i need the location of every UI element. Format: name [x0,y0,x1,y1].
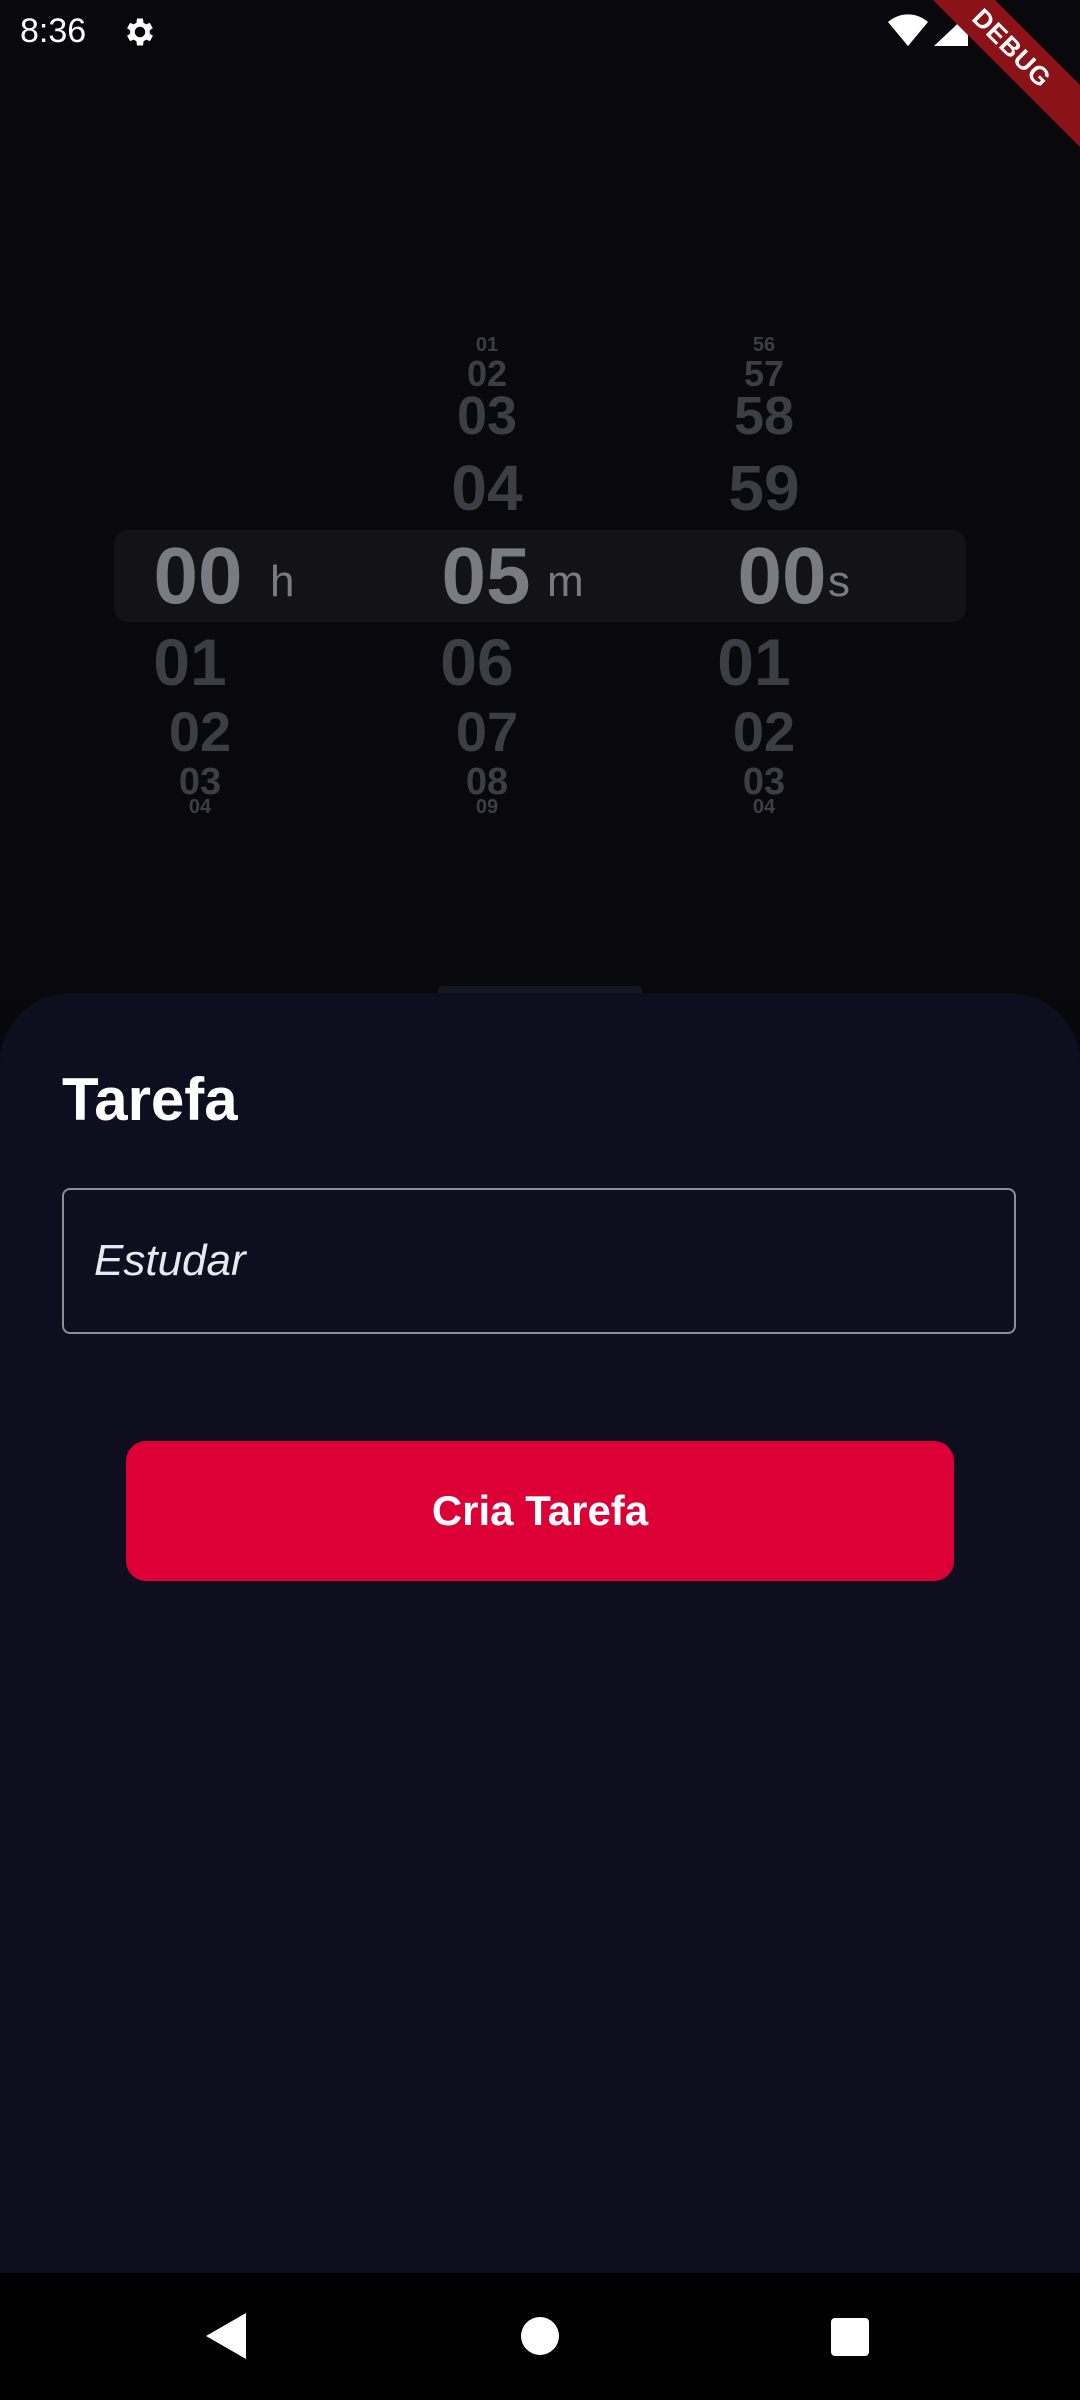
recents-icon[interactable] [831,2318,869,2356]
seconds-option[interactable]: 02 [733,704,795,760]
task-name-input[interactable] [62,1188,1016,1334]
minutes-option[interactable]: 01 [476,335,498,355]
seconds-option[interactable]: 56 [753,335,775,355]
minutes-selected-value[interactable]: 05 [442,536,531,616]
hours-unit-label: h [270,557,295,606]
timer-background [0,0,1080,1000]
wifi-icon [888,14,928,46]
home-icon[interactable] [521,2317,559,2355]
create-task-button[interactable]: Cria Tarefa [126,1441,954,1581]
minutes-option[interactable]: 03 [457,389,517,443]
hours-option[interactable]: 02 [169,704,231,760]
sheet-title: Tarefa [62,1066,238,1133]
seconds-option[interactable]: 59 [728,456,799,520]
hours-option[interactable]: 04 [189,797,211,817]
seconds-unit-label: s [828,557,850,606]
navigation-bar [0,2273,1080,2400]
minutes-option[interactable]: 04 [451,456,522,520]
seconds-option[interactable]: 01 [717,629,790,695]
back-icon[interactable] [206,2313,246,2359]
minutes-option[interactable]: 07 [456,704,518,760]
hours-option[interactable]: 01 [153,629,226,695]
status-bar: 8:36 [0,0,1080,64]
gear-icon [127,18,153,46]
bottom-sheet [0,993,1080,2273]
minutes-unit-label: m [547,557,584,606]
minutes-option[interactable]: 06 [440,629,513,695]
seconds-selected-value[interactable]: 00 [738,536,827,616]
seconds-option[interactable]: 04 [753,797,775,817]
minutes-option[interactable]: 09 [476,797,498,817]
hours-selected-value[interactable]: 00 [154,536,243,616]
seconds-option[interactable]: 58 [734,389,794,443]
status-time: 8:36 [20,12,87,50]
